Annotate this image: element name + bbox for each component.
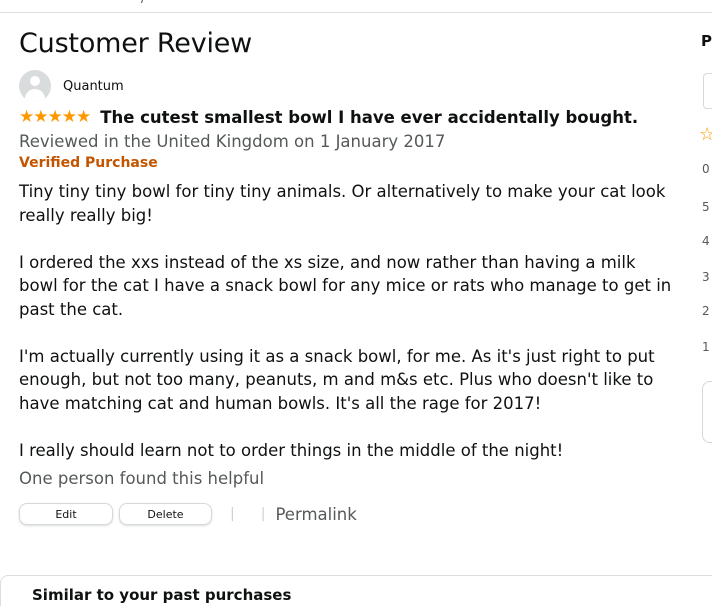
breadcrumb-fragment: / (141, 0, 145, 6)
reviewer-name[interactable]: Quantum (63, 79, 124, 94)
right-panel-product-thumbnail[interactable] (703, 73, 712, 109)
review-actions: Edit Delete | | Permalink (19, 503, 357, 525)
rating-bar-label[interactable]: 4 (702, 234, 710, 248)
review-paragraph: Tiny tiny tiny bowl for tiny tiny animal… (19, 182, 666, 225)
permalink-link[interactable]: Permalink (275, 505, 356, 524)
rating-bar-label[interactable]: 5 (702, 200, 710, 214)
rating-count: 0 (702, 162, 710, 176)
similar-purchases-title: Similar to your past purchases (32, 586, 292, 604)
review-headline-row: ★★★★★ The cutest smallest bowl I have ev… (19, 107, 638, 127)
helpful-count: One person found this helpful (19, 469, 265, 488)
review-body: Tiny tiny tiny bowl for tiny tiny animal… (19, 180, 675, 462)
star-rating-icon: ★★★★★ (19, 107, 91, 127)
rating-bar-label[interactable]: 1 (702, 340, 710, 354)
user-avatar-icon[interactable] (19, 70, 51, 102)
right-panel-card[interactable] (702, 381, 712, 443)
review-paragraph: I ordered the xxs instead of the xs size… (19, 252, 672, 319)
edit-button[interactable]: Edit (19, 503, 113, 525)
rating-bar-label[interactable]: 2 (702, 304, 710, 318)
rating-bar-label[interactable]: 3 (702, 270, 710, 284)
review-paragraph: I'm actually currently using it as a sna… (19, 346, 655, 413)
reviewer-profile[interactable]: Quantum (19, 70, 124, 102)
review-paragraph: I really should learn not to order thing… (19, 440, 564, 460)
divider: | (260, 506, 266, 522)
verified-purchase-badge: Verified Purchase (19, 155, 158, 171)
review-headline[interactable]: The cutest smallest bowl I have ever acc… (100, 108, 638, 127)
divider: | (230, 506, 235, 522)
review-meta: Reviewed in the United Kingdom on 1 Janu… (19, 132, 446, 151)
right-panel-title: P (701, 32, 712, 50)
delete-button[interactable]: Delete (119, 503, 212, 525)
top-navigation-strip: / (0, 0, 712, 13)
star-icon: ☆ (699, 124, 712, 145)
page-title: Customer Review (19, 28, 253, 59)
